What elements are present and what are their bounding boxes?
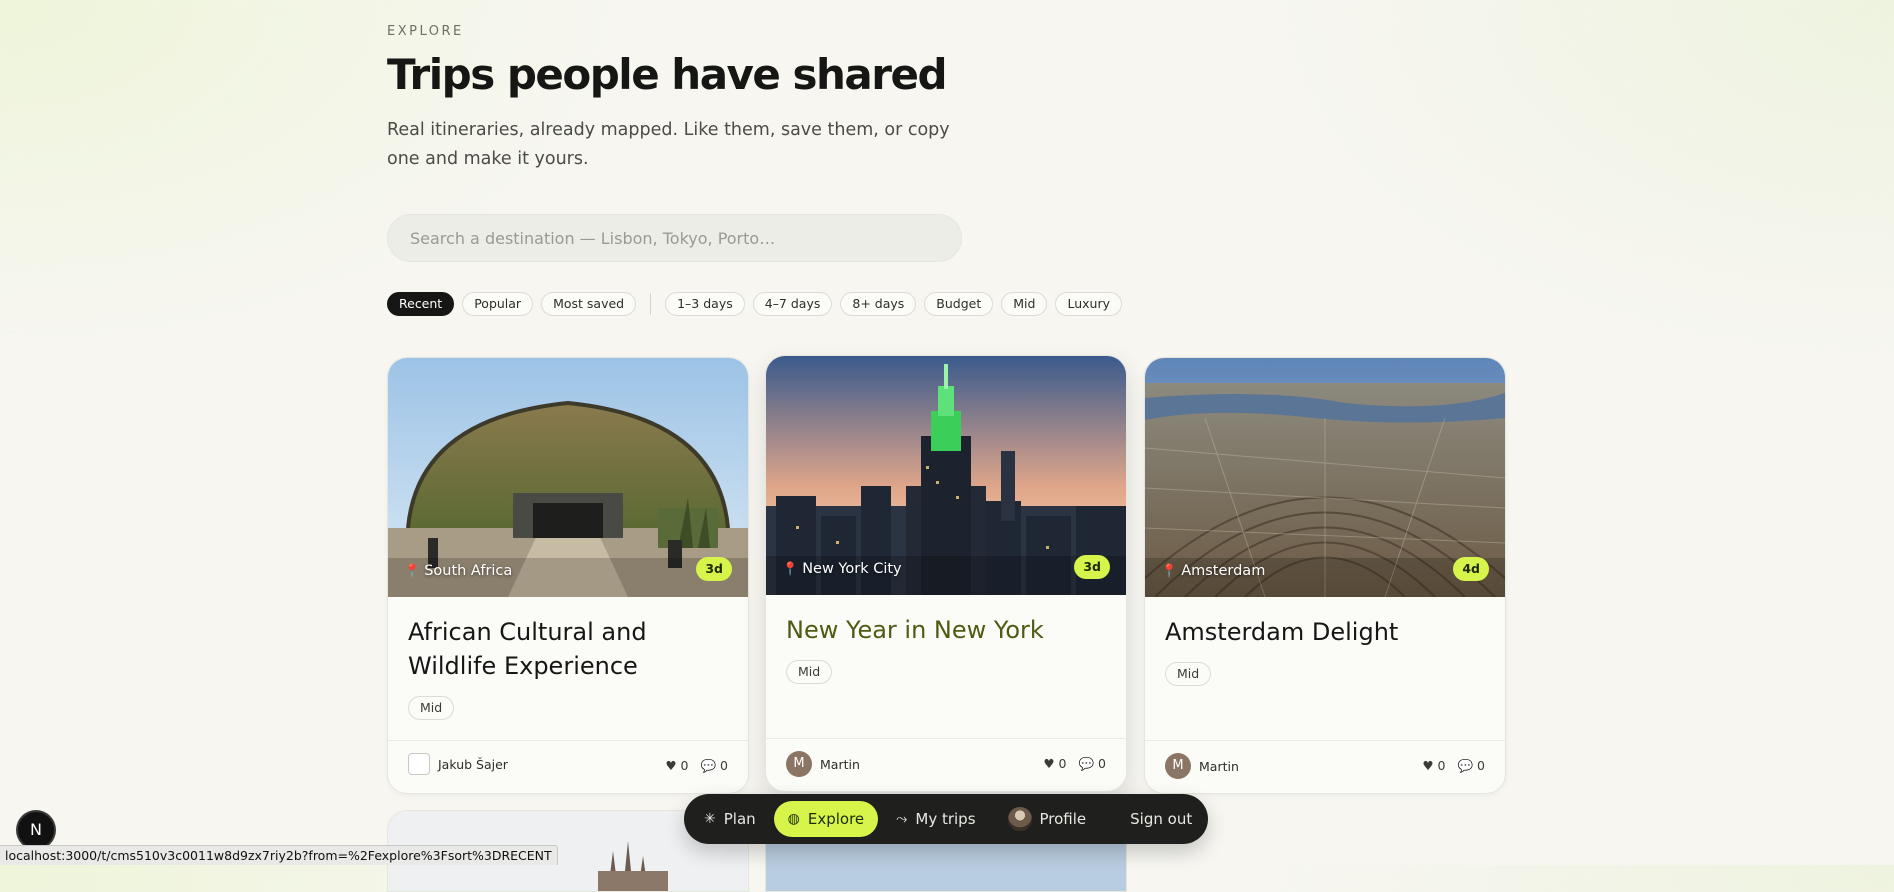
trip-location: 📍 New York City [782,561,902,577]
trip-stats: ♥ 0 💬 0 [1043,756,1106,772]
nav-explore-label: Explore [807,810,865,828]
trip-cover-image: 📍 Amsterdam 4d [1145,358,1505,597]
search-box[interactable] [387,214,962,262]
trip-card[interactable]: 📍 South Africa 3d African Cultural and W… [387,357,749,794]
card-divider [1145,740,1505,741]
likes-value: 0 [1058,756,1067,771]
trip-budget-tag: Mid [408,696,455,720]
author-name: Martin [820,756,860,772]
sign-out-label: Sign out [1130,810,1193,828]
sort-chip-recent[interactable]: Recent [387,292,455,316]
trip-location: 📍 Amsterdam [1161,563,1265,579]
sparkle-icon: ✳ [704,811,716,827]
heart-icon: ♥ [1043,756,1055,771]
sort-chip-popular[interactable]: Popular [462,292,534,316]
trip-author[interactable]: Jakub Šajer [408,753,508,775]
filter-chip-luxury[interactable]: Luxury [1055,292,1122,316]
nav-explore[interactable]: ◍ Explore [773,801,879,837]
avatar: M [1165,753,1191,779]
trip-author[interactable]: M Martin [786,751,860,777]
comments-value: 0 [1098,756,1106,771]
bottom-nav: ✳ Plan ◍ Explore ⤳ My trips Profile Sign… [684,794,1208,844]
trip-duration-badge: 3d [1074,555,1110,579]
filter-chip-1-3-days[interactable]: 1–3 days [665,292,745,316]
avatar [408,753,430,775]
comments-count[interactable]: 💬 0 [1457,758,1485,774]
author-name: Jakub Šajer [438,756,508,772]
avatar: M [786,751,812,777]
likes-value: 0 [1437,758,1446,773]
trip-card[interactable]: 📍 Amsterdam 4d Amsterdam Delight Mid M M… [1144,357,1506,794]
card-divider [766,738,1126,739]
filter-bar: Recent Popular Most saved 1–3 days 4–7 d… [387,292,1122,316]
comment-icon: 💬 [700,758,717,773]
map-pin-icon: 📍 [404,563,421,579]
trip-title[interactable]: African Cultural and Wildlife Experience [408,615,728,683]
filter-chip-budget[interactable]: Budget [924,292,994,316]
trip-cover-image: 📍 New York City 3d [766,356,1126,595]
trip-title[interactable]: Amsterdam Delight [1165,615,1485,649]
nav-profile[interactable]: Profile [994,801,1101,837]
likes-value: 0 [680,758,689,773]
filter-chip-mid[interactable]: Mid [1001,292,1048,316]
comments-count[interactable]: 💬 0 [700,758,728,774]
nav-plan[interactable]: ✳ Plan [690,801,770,837]
trip-stats: ♥ 0 💬 0 [665,758,728,774]
heart-icon: ♥ [665,758,677,773]
avatar [1007,807,1032,831]
likes-count[interactable]: ♥ 0 [1422,758,1445,774]
comment-icon: 💬 [1457,758,1474,773]
trip-location: 📍 South Africa [404,563,512,579]
search-input[interactable] [408,227,941,249]
map-pin-icon: 📍 [1161,563,1178,579]
nav-my-trips[interactable]: ⤳ My trips [882,801,989,837]
trip-author[interactable]: M Martin [1165,753,1239,779]
trip-cover-image: 📍 South Africa 3d [388,358,748,597]
filter-chip-8-plus-days[interactable]: 8+ days [840,292,917,316]
filter-divider [650,293,652,315]
sign-out-button[interactable]: Sign out [1116,801,1206,837]
trip-location-label: Amsterdam [1181,563,1266,579]
author-name: Martin [1199,758,1239,774]
trip-duration-badge: 4d [1453,557,1489,581]
nav-profile-label: Profile [1039,810,1087,828]
trip-budget-tag: Mid [786,660,833,684]
page-eyebrow: EXPLORE [387,24,464,39]
trip-location-label: New York City [802,561,902,577]
trip-location-label: South Africa [424,563,513,579]
trip-stats: ♥ 0 💬 0 [1422,758,1485,774]
filter-chip-4-7-days[interactable]: 4–7 days [752,292,833,316]
trip-duration-badge: 3d [696,557,732,581]
sort-chip-most-saved[interactable]: Most saved [541,292,637,316]
page-subtitle: Real itineraries, already mapped. Like t… [387,120,950,169]
page-title: Trips people have shared [387,50,948,99]
heart-icon: ♥ [1422,758,1434,773]
link-status-bar: localhost:3000/t/cms510v3c0011w8d9zx7riy… [0,845,558,865]
dev-tools-badge[interactable]: N [18,812,54,848]
trip-card[interactable]: 📍 New York City 3d New Year in New York … [765,355,1127,792]
globe-icon: ◍ [787,811,800,827]
likes-count[interactable]: ♥ 0 [1043,756,1066,772]
map-pin-icon: 📍 [782,561,799,577]
nav-my-trips-label: My trips [915,810,976,828]
trip-budget-tag: Mid [1165,662,1212,686]
nav-plan-label: Plan [723,810,756,828]
likes-count[interactable]: ♥ 0 [665,758,688,774]
comment-icon: 💬 [1078,756,1095,771]
trip-title[interactable]: New Year in New York [786,613,1106,647]
comments-count[interactable]: 💬 0 [1078,756,1106,772]
comments-value: 0 [1477,758,1485,773]
comments-value: 0 [720,758,728,773]
card-divider [388,740,748,741]
route-icon: ⤳ [896,811,908,827]
